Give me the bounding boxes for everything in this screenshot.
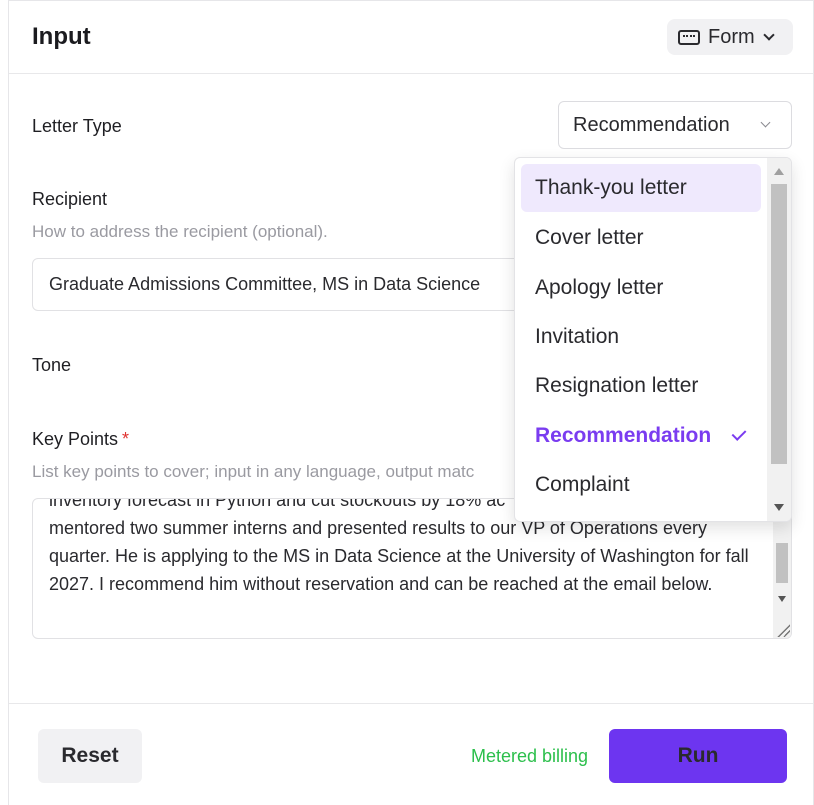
reset-button[interactable]: Reset xyxy=(38,729,142,783)
key-points-label-text: Key Points xyxy=(32,429,119,449)
dropdown-option[interactable]: Thank-you letter xyxy=(521,164,761,212)
tone-label: Tone xyxy=(32,355,72,375)
check-icon xyxy=(731,426,747,441)
scroll-down-arrow-icon[interactable] xyxy=(774,504,784,511)
option-label: Thank-you letter xyxy=(535,176,687,199)
option-label: Invitation xyxy=(535,325,620,348)
chevron-down-icon xyxy=(763,28,775,41)
recipient-label: Recipient xyxy=(32,189,108,209)
dropdown-option-selected[interactable]: Recommendation xyxy=(521,412,761,460)
required-mark: * xyxy=(122,429,130,449)
mode-dropdown-button[interactable]: Form xyxy=(667,19,793,55)
option-label: Apology letter xyxy=(535,276,664,299)
chevron-down-icon xyxy=(760,117,771,128)
panel-header: Input Form xyxy=(9,1,813,74)
dropdown-option[interactable]: Invitation xyxy=(521,313,761,361)
option-label: Resignation letter xyxy=(535,374,699,397)
recipient-hint: How to address the recipient (optional). xyxy=(32,222,328,241)
panel-footer: Reset Metered billing Run xyxy=(9,703,813,805)
dropdown-option[interactable]: Apology letter xyxy=(521,264,761,312)
dropdown-option[interactable]: Resignation letter xyxy=(521,362,761,410)
option-label: Recommendation xyxy=(535,424,712,447)
mode-label: Form xyxy=(708,25,755,48)
option-label: Cover letter xyxy=(535,226,644,249)
key-points-hint: List key points to cover; input in any l… xyxy=(32,462,475,481)
dropdown-scroll-thumb[interactable] xyxy=(771,184,787,464)
panel-title: Input xyxy=(32,23,91,50)
keyboard-icon xyxy=(678,29,700,45)
letter-type-value: Recommendation xyxy=(573,113,730,136)
dropdown-option[interactable]: Cover letter xyxy=(521,214,761,262)
scroll-up-arrow-icon[interactable] xyxy=(774,168,784,175)
run-button[interactable]: Run xyxy=(609,729,787,783)
dropdown-scrollbar[interactable] xyxy=(767,158,791,521)
letter-type-dropdown: Thank-you letter Cover letter Apology le… xyxy=(514,157,792,522)
textarea-scroll-thumb[interactable] xyxy=(776,543,788,583)
letter-type-select[interactable]: Recommendation xyxy=(558,101,792,149)
key-points-label: Key Points * xyxy=(32,429,129,450)
billing-text: Metered billing xyxy=(471,746,589,766)
scroll-down-arrow-icon[interactable] xyxy=(778,596,786,602)
letter-type-label: Letter Type xyxy=(32,116,122,136)
recipient-value: Graduate Admissions Committee, MS in Dat… xyxy=(49,274,481,294)
dropdown-option[interactable]: Complaint xyxy=(521,461,761,509)
option-label: Complaint xyxy=(535,473,630,496)
resize-handle-icon[interactable] xyxy=(776,623,790,637)
